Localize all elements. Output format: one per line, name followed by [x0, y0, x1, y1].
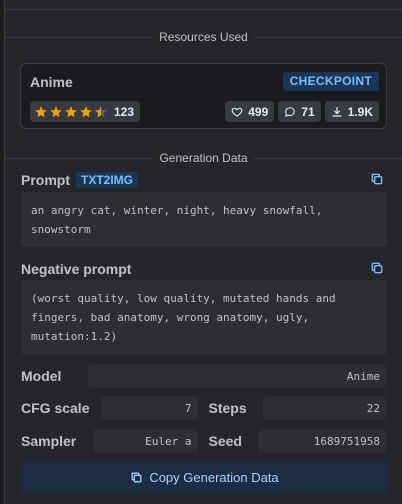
star-icon	[50, 105, 62, 117]
rating-badge: 123	[30, 101, 141, 122]
cfg-steps-row: CFG scale 7 Steps 22	[21, 396, 387, 420]
likes-stat: 499	[225, 101, 275, 122]
copy-generation-data-label: Copy Generation Data	[149, 470, 279, 485]
copy-prompt-button[interactable]	[370, 172, 386, 188]
resource-card[interactable]: Anime CHECKPOINT 123 499 71 1.9K	[20, 63, 387, 129]
downloads-count: 1.9K	[347, 104, 373, 119]
generation-section-title: Generation Data	[159, 151, 248, 165]
resource-stats: 499 71 1.9K	[225, 101, 379, 122]
resource-name[interactable]: Anime	[30, 74, 73, 90]
prompt-text: an angry cat, winter, night, heavy snowf…	[21, 192, 387, 247]
resources-divider: Resources Used	[5, 27, 402, 47]
copy-icon	[131, 472, 142, 483]
sampler-seed-row: Sampler Euler a Seed 1689751958	[21, 429, 386, 453]
star-icon	[80, 105, 92, 117]
negative-prompt-header: Negative prompt	[21, 261, 386, 277]
seed-value: 1689751958	[258, 429, 386, 453]
download-icon	[332, 106, 342, 117]
sampler-label: Sampler	[21, 433, 77, 449]
star-rating	[34, 105, 108, 119]
star-icon	[35, 105, 47, 117]
prompt-type-badge: TXT2IMG	[76, 172, 139, 188]
copy-icon	[371, 173, 383, 185]
resources-section-title: Resources Used	[159, 30, 248, 44]
star-icon	[65, 105, 77, 117]
likes-count: 499	[248, 104, 269, 119]
steps-label: Steps	[208, 400, 247, 416]
prompt-label: Prompt	[21, 172, 70, 188]
comment-icon	[285, 106, 296, 117]
cfg-scale-label: CFG scale	[21, 400, 90, 416]
downloads-stat: 1.9K	[324, 101, 379, 122]
model-label: Model	[21, 368, 62, 384]
copy-generation-data-button[interactable]: Copy Generation Data	[21, 462, 388, 493]
model-value: Anime	[87, 364, 386, 388]
comments-stat: 71	[278, 101, 321, 122]
generation-divider: Generation Data	[5, 148, 402, 168]
copy-negative-prompt-button[interactable]	[370, 261, 386, 277]
resource-type-badge: CHECKPOINT	[282, 72, 379, 91]
sampler-value: Euler a	[92, 429, 198, 453]
negative-prompt-label: Negative prompt	[21, 261, 132, 277]
rating-count: 123	[114, 104, 135, 119]
copy-icon	[371, 262, 383, 274]
cfg-scale-value: 7	[100, 396, 198, 420]
model-row: Model Anime	[21, 364, 386, 388]
heart-icon	[231, 107, 243, 117]
seed-label: Seed	[208, 433, 242, 449]
negative-prompt-text: (worst quality, low quality, mutated han…	[21, 280, 387, 355]
comments-count: 71	[301, 104, 315, 119]
star-half-icon	[95, 105, 107, 117]
prompt-header: Prompt TXT2IMG	[21, 172, 386, 188]
generation-details-panel: Resources Used Anime CHECKPOINT 123 499 …	[4, 0, 402, 504]
top-divider	[5, 9, 402, 10]
steps-value: 22	[263, 396, 387, 420]
